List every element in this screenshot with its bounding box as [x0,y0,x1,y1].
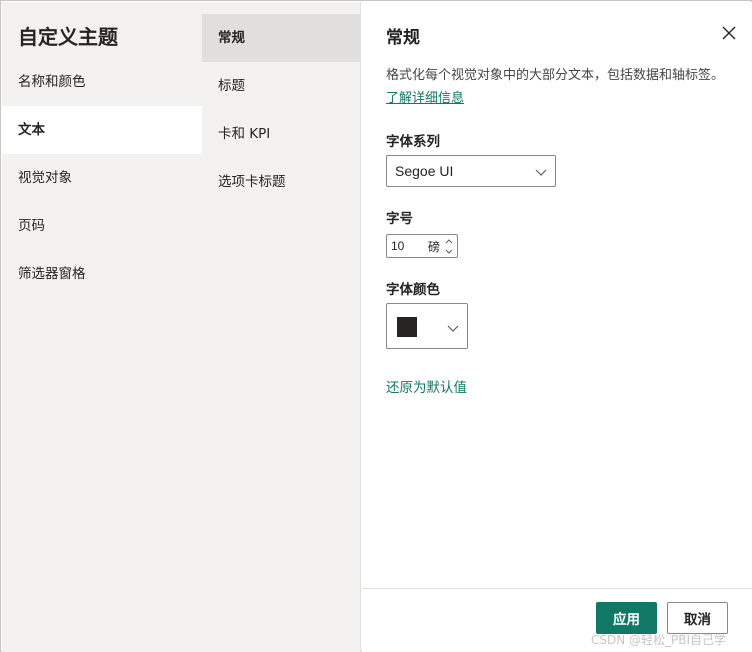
font-family-value: Segoe UI [395,163,454,179]
nav-item-page[interactable]: 页码 [2,202,202,250]
font-color-label: 字体颜色 [386,282,440,298]
close-button[interactable] [720,24,738,42]
panel-description: 格式化每个视觉对象中的大部分文本，包括数据和轴标签。了解详细信息 [386,64,731,110]
theme-dialog: 自定义主题 名称和颜色 文本 视觉对象 页码 筛选器窗格 常规 标题 卡和 KP… [0,0,752,652]
footer-divider [362,588,752,589]
font-color-picker[interactable] [386,303,468,349]
chevron-up-icon[interactable] [444,237,454,246]
apply-button[interactable]: 应用 [596,602,657,634]
tab-general[interactable]: 常规 [202,14,361,62]
description-text: 格式化每个视觉对象中的大部分文本，包括数据和轴标签。 [386,68,725,83]
tab-tab-headers[interactable]: 选项卡标题 [202,158,361,206]
nav-item-filter-pane[interactable]: 筛选器窗格 [2,250,202,298]
panel-title: 常规 [386,28,420,48]
font-size-stepper: 磅 [386,234,458,258]
reset-to-default-link[interactable]: 还原为默认值 [386,376,467,396]
chevron-down-icon [535,169,547,176]
settings-panel: 常规 格式化每个视觉对象中的大部分文本，包括数据和轴标签。了解详细信息 字体系列… [362,2,752,652]
chevron-down-icon [447,325,459,332]
nav-item-visuals[interactable]: 视觉对象 [2,154,202,202]
close-icon [722,26,736,40]
tab-title[interactable]: 标题 [202,62,361,110]
font-size-input[interactable] [391,238,425,254]
cancel-button[interactable]: 取消 [667,602,728,634]
font-size-label: 字号 [386,211,413,227]
category-nav: 自定义主题 名称和颜色 文本 视觉对象 页码 筛选器窗格 [2,2,202,652]
tab-cards-kpi[interactable]: 卡和 KPI [202,110,361,158]
nav-item-text[interactable]: 文本 [2,106,202,154]
nav-item-name-and-colors[interactable]: 名称和颜色 [2,58,202,106]
dialog-title: 自定义主题 [18,25,118,49]
chevron-down-icon[interactable] [444,247,454,256]
font-size-unit: 磅 [428,240,441,254]
watermark: CSDN @轻松_PBI自己学 [591,633,727,647]
font-family-dropdown[interactable]: Segoe UI [386,155,556,187]
color-swatch [397,317,417,337]
subcategory-nav: 常规 标题 卡和 KPI 选项卡标题 [202,2,361,652]
learn-more-link[interactable]: 了解详细信息 [386,91,464,106]
font-family-label: 字体系列 [386,134,440,150]
